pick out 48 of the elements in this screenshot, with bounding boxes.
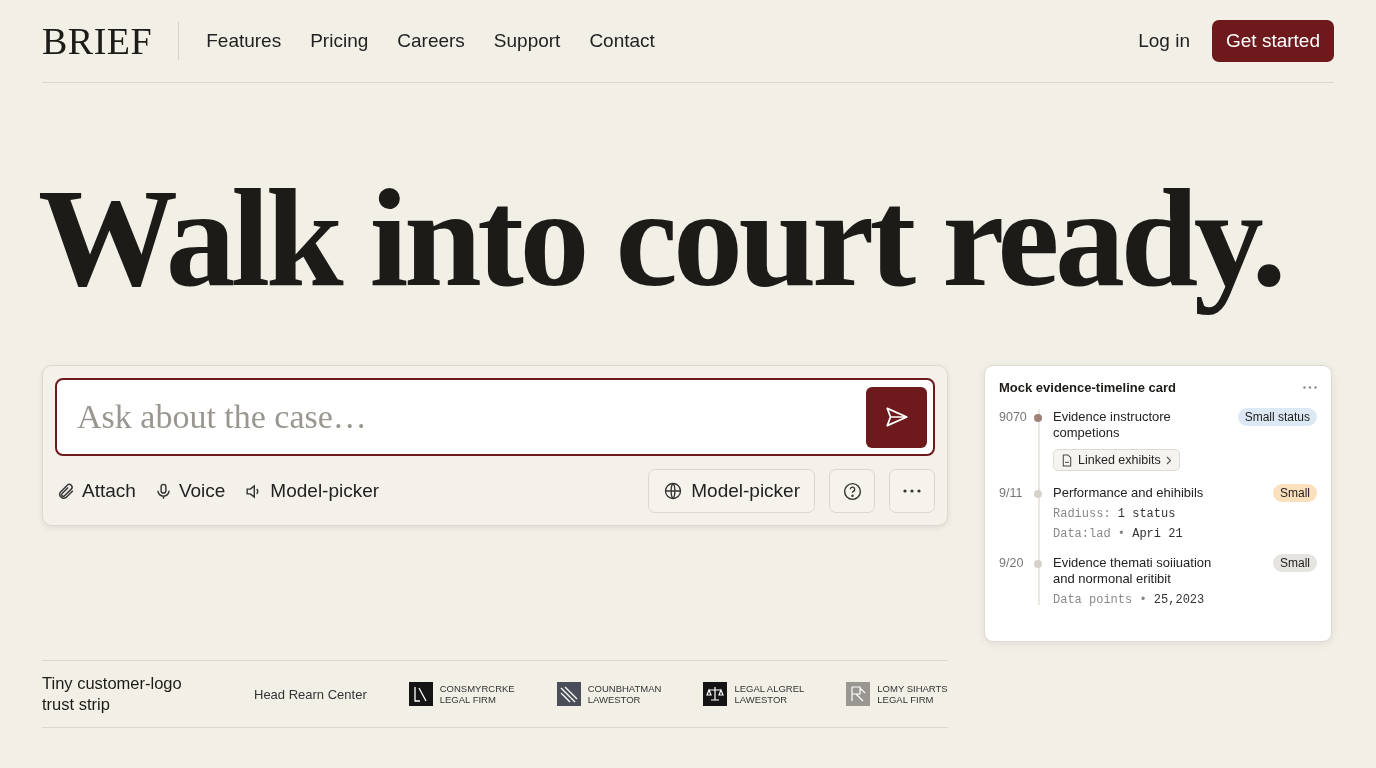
nav-link[interactable]: Features: [206, 30, 282, 52]
timeline-date: 9070: [999, 409, 1028, 426]
chevron-right-icon: [1165, 455, 1172, 465]
customer-logo-name: LOMY SIHARTS LEGAL FIRM: [877, 683, 948, 705]
customer-logo-name: COUNBHATMAN LAWESTOR: [587, 683, 662, 705]
logo-mark-icon: [703, 682, 728, 706]
timeline-meta: Data:lad • Apri 21: [1053, 527, 1184, 541]
status-badge: Small: [1273, 554, 1317, 572]
customer-logo: Head Rearn Center: [254, 686, 367, 702]
timeline-entry-title: Evidence instructore competions: [1053, 409, 1172, 441]
timeline-date: 9/20: [999, 555, 1025, 572]
brand-logo[interactable]: BRIEF: [42, 22, 180, 60]
linked-exhibits-button[interactable]: Linked exhibits: [1053, 449, 1180, 471]
model-picker-button[interactable]: Model-picker: [648, 469, 815, 513]
login-link[interactable]: Log in: [1138, 30, 1190, 52]
nav-link[interactable]: Pricing: [310, 30, 369, 52]
speaker-button[interactable]: Model-picker: [241, 480, 382, 502]
ask-input-field[interactable]: Ask about the case…: [75, 397, 866, 437]
paperclip-icon: [57, 481, 76, 501]
more-icon: [903, 489, 921, 493]
card-title: Mock evidence-timeline card: [999, 380, 1176, 395]
globe-icon: [663, 481, 684, 501]
nav-link[interactable]: Contact: [589, 30, 655, 52]
nav-link[interactable]: Support: [493, 30, 561, 52]
nav-link[interactable]: Careers: [397, 30, 465, 52]
logo-mark-icon: [556, 682, 581, 706]
hero-headline: Walk into court ready.: [38, 159, 1284, 317]
ask-field[interactable]: Ask about the case…: [55, 378, 935, 456]
send-button[interactable]: [866, 386, 927, 448]
status-badge: Small status: [1237, 408, 1317, 426]
timeline-entry-title: Performance and ehihibils: [1053, 485, 1205, 501]
help-button[interactable]: [829, 469, 875, 513]
timeline-date: 9/11: [999, 485, 1024, 502]
customer-logo-name: LEGAL ALGREL LAWESTOR: [734, 683, 805, 705]
voice-button[interactable]: Voice: [151, 480, 228, 502]
logo-mark-icon: [408, 682, 433, 706]
status-badge: Small: [1273, 484, 1317, 502]
logo-mark-icon: [846, 682, 871, 706]
trust-strip-label: Tiny customer-logo trust strip: [42, 673, 183, 715]
attach-button[interactable]: Attach: [55, 480, 138, 502]
timeline-entry-title: Evidence themati soiiuation and normonal eritibit: [1053, 555, 1213, 587]
help-icon: [841, 480, 863, 502]
more-icon[interactable]: [1303, 386, 1317, 389]
timeline-meta: Data points • 25,2023: [1053, 593, 1206, 607]
customer-logo-name: CONSMYRCRKE LEGAL FIRM: [439, 683, 515, 705]
document-icon: [1061, 453, 1073, 467]
timeline-meta: Radiuss: 1 status: [1053, 507, 1177, 521]
get-started-button[interactable]: Get started: [1212, 20, 1334, 62]
